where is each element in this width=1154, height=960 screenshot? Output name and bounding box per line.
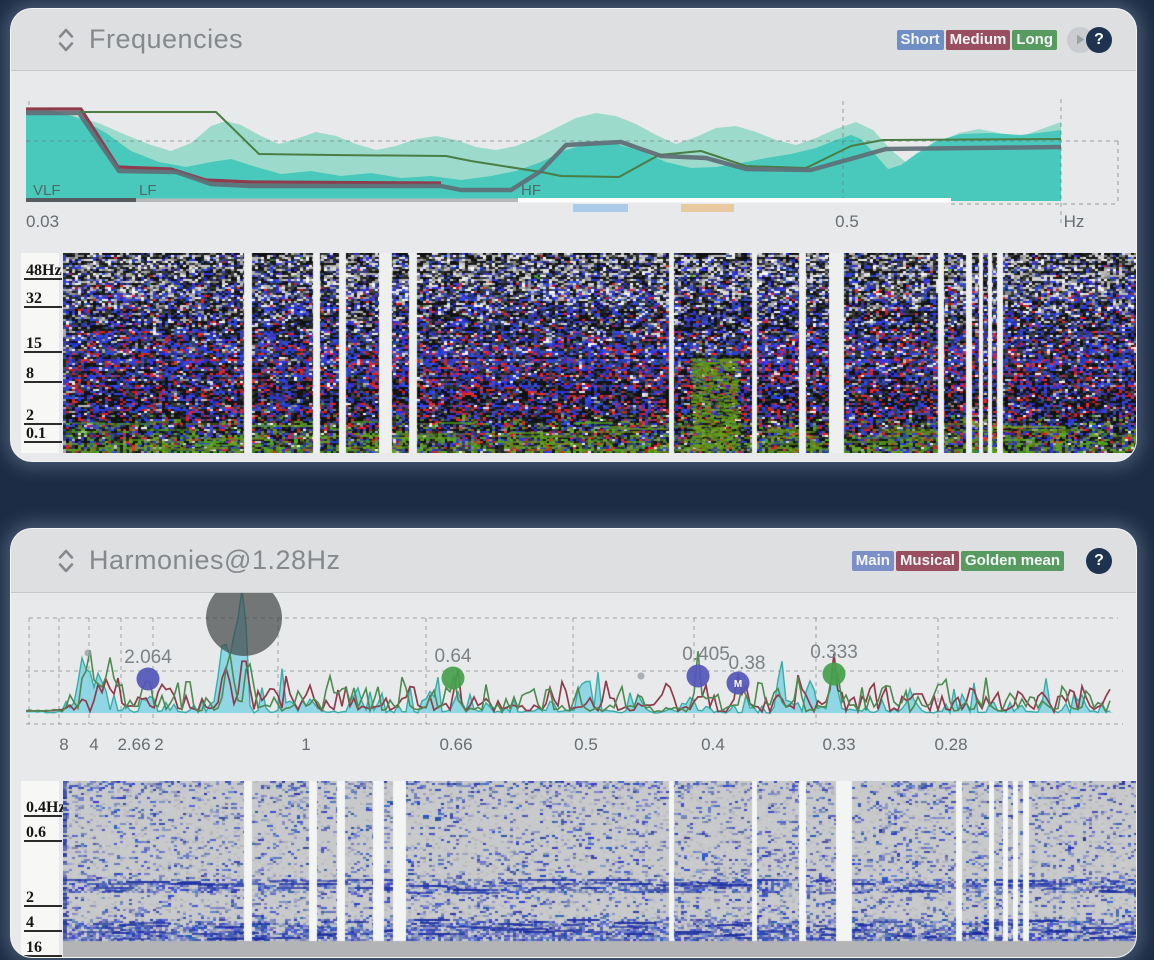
band-label-lf: LF [139, 182, 157, 199]
y-axis-label: 15 [24, 334, 62, 353]
harmonic-marker-label: 0.64 [435, 646, 472, 667]
legend-chip-short[interactable]: Short [897, 30, 944, 50]
help-button[interactable]: ? [1086, 27, 1112, 53]
y-axis-label: 0.6 [24, 823, 62, 842]
harmonies-spectrogram[interactable] [63, 781, 1137, 957]
x-tick-label: 2 [154, 735, 163, 754]
x-tick-label: 0.5 [574, 735, 598, 754]
x-tick-label: 0.03 [26, 212, 59, 231]
y-axis-label: 0.4Hz [24, 798, 62, 817]
harmonies-spectrogram-y-axis: 0.4Hz 0.6 2 4 16 [21, 781, 59, 958]
y-axis-label: 2 [24, 888, 62, 907]
harmonic-marker-0.64[interactable] [442, 667, 465, 690]
help-button[interactable]: ? [1086, 548, 1112, 574]
y-axis-label: 2 [24, 406, 62, 425]
x-tick-label: Hz [1064, 212, 1085, 231]
frequencies-panel: VLF LF HF 0.03 0.5 Hz Frequencies ShortMedium… [10, 8, 1137, 462]
legend-chip-medium[interactable]: Medium [946, 30, 1011, 50]
legend-chip-golden-mean[interactable]: Golden mean [961, 551, 1064, 571]
harmonies-legend: MainMusicalGolden mean [850, 551, 1064, 571]
x-tick-label: 0.4 [701, 735, 725, 754]
band-label-hf: HF [521, 182, 541, 199]
play-icon [1076, 34, 1085, 45]
panel-title: Harmonies@1.28Hz [89, 545, 341, 576]
band-label-vlf: VLF [33, 182, 61, 199]
frequencies-header: Frequencies ShortMediumLong ? [11, 9, 1136, 71]
marker-letter: M [734, 679, 742, 690]
legend-chip-main[interactable]: Main [852, 551, 894, 571]
y-axis-label: 32 [24, 289, 62, 308]
x-tick-label: 1 [301, 735, 310, 754]
y-axis-label: 8 [24, 364, 62, 383]
harmonic-marker-0.333[interactable] [823, 663, 846, 686]
y-axis-label: 16 [24, 938, 62, 957]
panel-title: Frequencies [89, 24, 243, 55]
frequencies-spectrogram-canvas [63, 253, 1137, 453]
y-axis-label: 4 [24, 913, 62, 932]
x-tick-label: 0.66 [439, 735, 472, 754]
x-tick-label: 2.66 [117, 735, 150, 754]
harmonies-panel: 1.28Hz2.0640.640.405M0.380.333842.66210.… [10, 528, 1137, 958]
harmonic-marker-label: 2.064 [124, 647, 172, 668]
app-background: { "frequencies": { "title": "Frequencies… [0, 0, 1154, 960]
harmonic-marker-label: 0.333 [810, 642, 858, 663]
y-axis-label: 48Hz [24, 261, 62, 280]
harmonic-marker-label: 0.38 [729, 653, 766, 674]
frequencies-spectrogram-y-axis: 48Hz 32 15 8 20.1 [21, 253, 59, 453]
collapse-icon[interactable] [57, 27, 75, 53]
legend-chip-long[interactable]: Long [1012, 30, 1057, 50]
y-axis-label: 0.1 [24, 424, 62, 443]
harmonic-marker-0.405[interactable] [687, 665, 710, 688]
x-tick-label: 4 [89, 735, 98, 754]
x-tick-label: 0.33 [822, 735, 855, 754]
harmonies-spectrogram-canvas [63, 781, 1137, 957]
legend-chip-musical[interactable]: Musical [896, 551, 959, 571]
harmonic-marker-2.064[interactable] [137, 668, 160, 691]
x-tick-label: 0.5 [835, 212, 859, 231]
frequencies-legend: ShortMediumLong [895, 30, 1058, 50]
frequencies-spectrogram[interactable] [63, 253, 1137, 453]
collapse-icon[interactable] [57, 548, 75, 574]
harmonies-header: Harmonies@1.28Hz MainMusicalGolden mean … [11, 529, 1136, 593]
x-tick-label: 0.28 [934, 735, 967, 754]
x-tick-label: 8 [59, 735, 68, 754]
harmonic-marker-label: 0.405 [682, 644, 730, 665]
